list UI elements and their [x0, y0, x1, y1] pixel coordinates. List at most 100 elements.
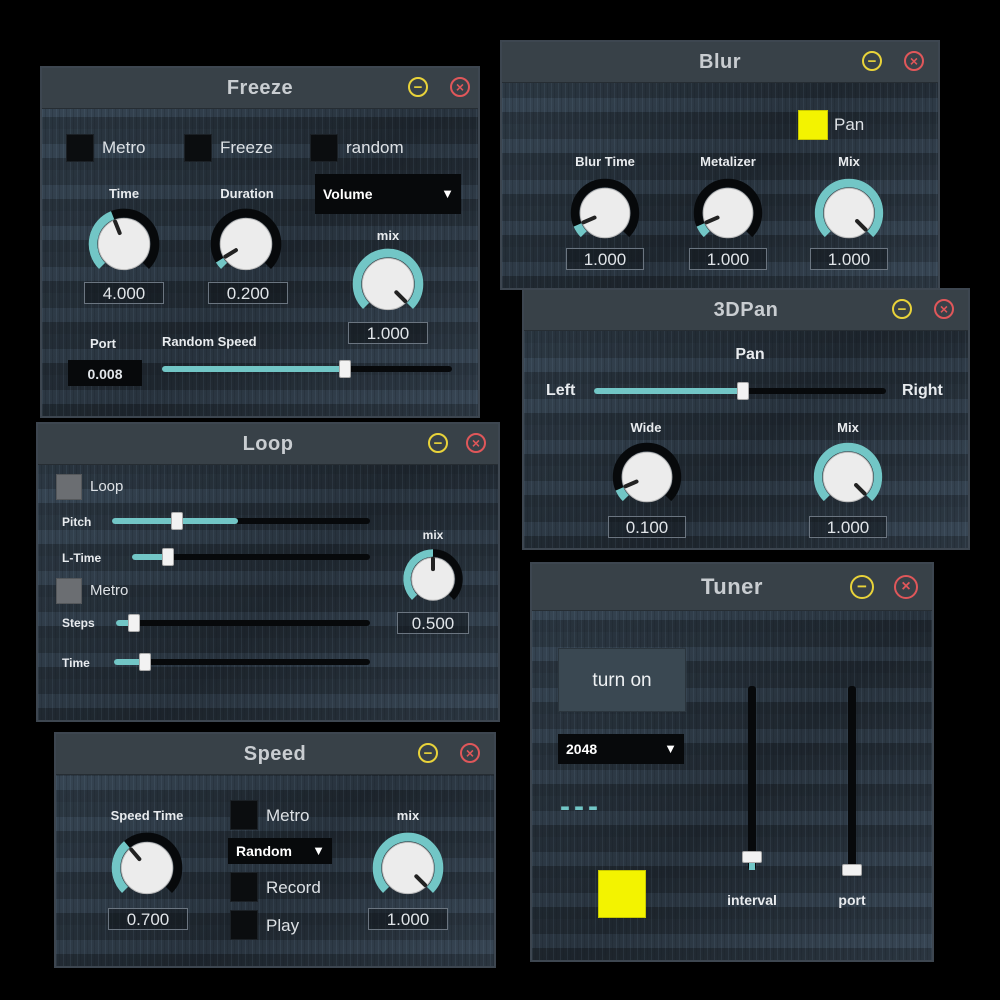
loop-mix-value[interactable]: 0.500	[397, 612, 469, 634]
freeze-panel: Freeze − × Metro Freeze random Time 4.00…	[40, 66, 480, 418]
pan3d-wide-knob[interactable]	[612, 442, 682, 512]
pan3d-wide-value[interactable]: 0.100	[608, 516, 686, 538]
tuner-size-dropdown[interactable]: 2048 ▼	[558, 734, 684, 764]
blur-time-knob[interactable]	[570, 178, 640, 248]
blur-minimize-icon[interactable]: −	[862, 51, 882, 71]
loop-minimize-icon[interactable]: −	[428, 433, 448, 453]
speed-mix-label: mix	[396, 808, 420, 823]
blur-mix-knob[interactable]	[814, 178, 884, 248]
tuner-port-slider[interactable]	[842, 686, 862, 876]
freeze-titlebar[interactable]: Freeze − ×	[42, 68, 478, 109]
speed-minimize-icon[interactable]: −	[418, 743, 438, 763]
tuner-turn-on-button[interactable]: turn on	[558, 648, 686, 712]
freeze-freeze-checkbox[interactable]	[184, 134, 212, 162]
freeze-metro-checkbox[interactable]	[66, 134, 94, 162]
freeze-random-speed-thumb[interactable]	[338, 360, 351, 378]
pan3d-close-icon[interactable]: ×	[934, 299, 954, 319]
blur-metalizer-value[interactable]: 1.000	[689, 248, 767, 270]
loop-ltime-thumb[interactable]	[161, 548, 174, 566]
triangle-down-icon: ▼	[664, 741, 677, 756]
speed-time-value[interactable]: 0.700	[108, 908, 188, 930]
tuner-interval-slider[interactable]	[742, 686, 762, 870]
loop-time-slider[interactable]	[114, 653, 370, 671]
blur-mix-value[interactable]: 1.000	[810, 248, 888, 270]
speed-titlebar[interactable]: Speed − ×	[56, 734, 494, 775]
freeze-mix-knob[interactable]	[352, 248, 424, 320]
knob-dial	[120, 841, 174, 895]
tuner-note-display: ---	[560, 790, 602, 823]
blur-pan-label: Pan	[834, 115, 865, 134]
pan3d-pan-slider[interactable]	[594, 382, 886, 400]
freeze-random-checkbox[interactable]	[310, 134, 338, 162]
freeze-duration-value[interactable]: 0.200	[208, 282, 288, 304]
blur-metalizer-knob[interactable]	[693, 178, 763, 248]
speed-mode-value: Random	[236, 843, 292, 859]
loop-titlebar[interactable]: Loop − ×	[38, 424, 498, 465]
loop-steps-thumb[interactable]	[127, 614, 140, 632]
speed-panel: Speed − × Speed Time 0.700 Metro Random …	[54, 732, 496, 968]
freeze-time-knob[interactable]	[88, 208, 160, 280]
loop-metro-checkbox[interactable]	[56, 578, 82, 604]
knob-level-arc	[696, 223, 710, 238]
freeze-mix-value[interactable]: 1.000	[348, 322, 428, 344]
speed-mix-value[interactable]: 1.000	[368, 908, 448, 930]
speed-play-checkbox[interactable]	[230, 910, 258, 940]
tuner-close-icon[interactable]: ×	[894, 575, 918, 599]
tuner-port-label: port	[838, 892, 866, 908]
loop-time-thumb[interactable]	[138, 653, 151, 671]
loop-loop-label: Loop	[90, 478, 124, 495]
loop-pitch-thumb[interactable]	[170, 512, 183, 530]
loop-ltime-slider[interactable]	[132, 548, 370, 566]
pan3d-panel: 3DPan − × Pan Left Right Wide 0.100 Mix …	[522, 288, 970, 550]
pan3d-mix-knob[interactable]	[813, 442, 883, 512]
tuner-panel: Tuner − × turn on 2048 ▼ --- interval po…	[530, 562, 934, 962]
freeze-mode-dropdown[interactable]: Volume ▼	[315, 174, 461, 214]
freeze-duration-knob[interactable]	[210, 208, 282, 280]
triangle-down-icon: ▼	[441, 186, 454, 201]
freeze-freeze-label: Freeze	[220, 138, 273, 157]
speed-metro-checkbox[interactable]	[230, 800, 258, 830]
blur-panel: Blur − × Pan Blur Time 1.000 Metalizer 1…	[500, 40, 940, 290]
pan3d-pan-label: Pan	[735, 346, 765, 363]
tuner-port-thumb[interactable]	[842, 864, 862, 876]
freeze-port-label: Port	[90, 336, 116, 351]
pan3d-left-label: Left	[546, 382, 576, 399]
pan3d-wide-label: Wide	[630, 420, 662, 435]
freeze-time-value[interactable]: 4.000	[84, 282, 164, 304]
loop-loop-checkbox[interactable]	[56, 474, 82, 500]
blur-close-icon[interactable]: ×	[904, 51, 924, 71]
freeze-random-speed-fill	[162, 366, 345, 372]
speed-record-checkbox[interactable]	[230, 872, 258, 902]
pan3d-mix-value[interactable]: 1.000	[809, 516, 887, 538]
knob-level-arc	[215, 257, 228, 269]
tuner-interval-label: interval	[727, 892, 777, 908]
speed-mode-dropdown[interactable]: Random ▼	[228, 838, 332, 864]
tuner-minimize-icon[interactable]: −	[850, 575, 874, 599]
speed-close-icon[interactable]: ×	[460, 743, 480, 763]
pan3d-pan-thumb[interactable]	[736, 382, 749, 400]
freeze-close-icon[interactable]: ×	[450, 77, 470, 97]
blur-titlebar[interactable]: Blur − ×	[502, 42, 938, 83]
loop-steps-slider[interactable]	[116, 614, 370, 632]
pan3d-minimize-icon[interactable]: −	[892, 299, 912, 319]
pan3d-mix-label: Mix	[837, 420, 859, 435]
speed-mix-knob[interactable]	[372, 832, 444, 904]
speed-time-knob[interactable]	[111, 832, 183, 904]
loop-close-icon[interactable]: ×	[466, 433, 486, 453]
knob-level-arc	[573, 223, 587, 238]
loop-pitch-slider[interactable]	[112, 512, 370, 530]
blur-pan-toggle[interactable]	[798, 110, 828, 140]
pan3d-titlebar[interactable]: 3DPan − ×	[524, 290, 968, 331]
freeze-random-speed-slider[interactable]	[162, 360, 452, 378]
tuner-interval-thumb[interactable]	[742, 851, 762, 864]
freeze-port-value[interactable]: 0.008	[68, 360, 142, 386]
freeze-minimize-icon[interactable]: −	[408, 77, 428, 97]
tuner-titlebar[interactable]: Tuner − ×	[532, 564, 932, 611]
pan3d-right-label: Right	[902, 382, 943, 399]
loop-ltime-label: L-Time	[62, 551, 102, 565]
blur-time-value[interactable]: 1.000	[566, 248, 644, 270]
loop-mix-knob[interactable]	[402, 548, 464, 610]
loop-pitch-label: Pitch	[62, 515, 92, 529]
loop-mix-label: mix	[422, 528, 444, 542]
freeze-random-speed-label: Random Speed	[162, 334, 257, 349]
